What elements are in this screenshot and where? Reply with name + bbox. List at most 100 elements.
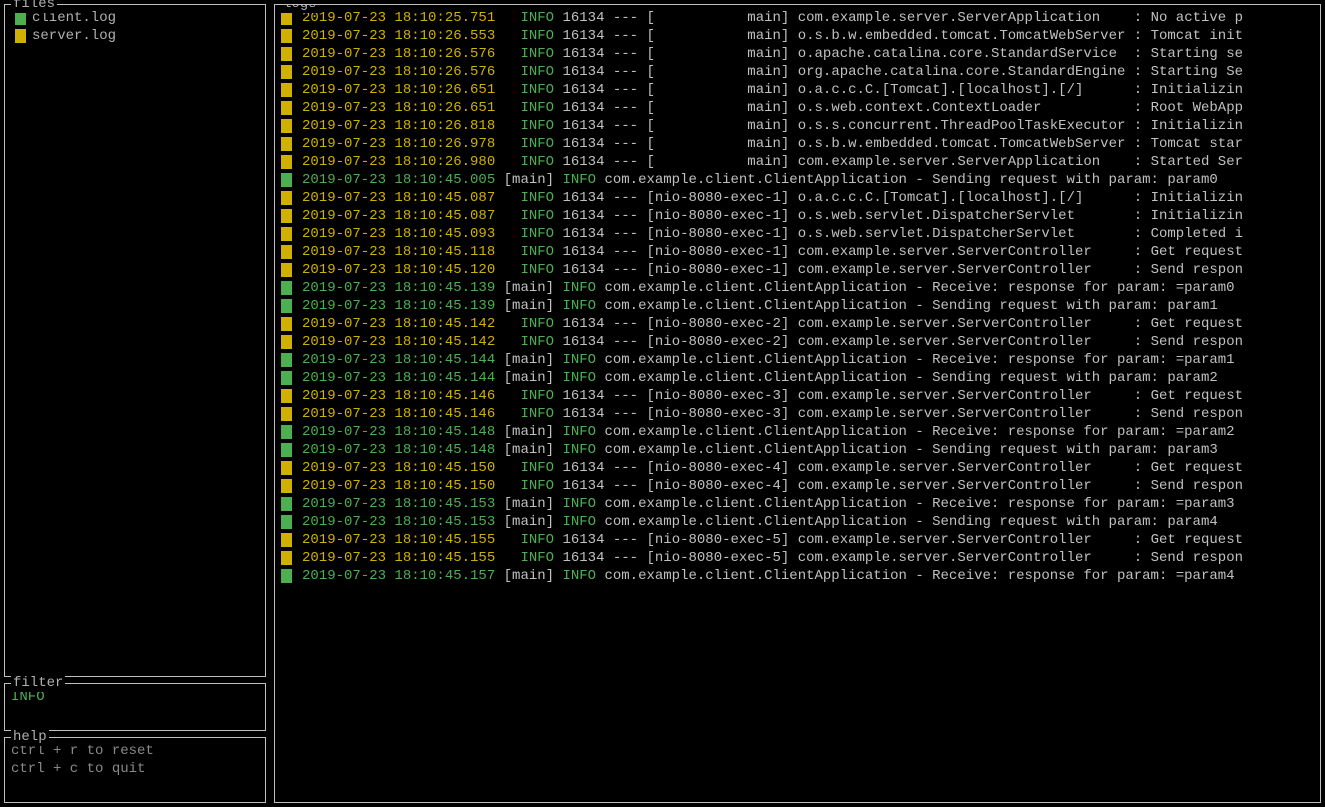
log-row[interactable]: 2019-07-23 18:10:45.142 INFO 16134 --- […	[281, 333, 1314, 351]
log-row[interactable]: 2019-07-23 18:10:26.651 INFO 16134 --- […	[281, 81, 1314, 99]
log-source-swatch	[281, 83, 292, 97]
log-timestamp: 2019-07-23 18:10:45.150	[302, 477, 495, 495]
log-row[interactable]: 2019-07-23 18:10:45.118 INFO 16134 --- […	[281, 243, 1314, 261]
log-thread: [ main]	[646, 153, 797, 171]
log-thread: [nio-8080-exec-3]	[646, 405, 797, 423]
log-source-swatch	[281, 353, 292, 367]
log-pid: 16134 ---	[554, 207, 646, 225]
log-timestamp: 2019-07-23 18:10:26.651	[302, 81, 495, 99]
log-row[interactable]: 2019-07-23 18:10:26.818 INFO 16134 --- […	[281, 117, 1314, 135]
log-row[interactable]: 2019-07-23 18:10:45.155 INFO 16134 --- […	[281, 549, 1314, 567]
log-row[interactable]: 2019-07-23 18:10:26.576 INFO 16134 --- […	[281, 45, 1314, 63]
log-row[interactable]: 2019-07-23 18:10:45.148 [main] INFO com.…	[281, 441, 1314, 459]
log-row[interactable]: 2019-07-23 18:10:45.148 [main] INFO com.…	[281, 423, 1314, 441]
log-pid: 16134 ---	[554, 477, 646, 495]
log-source-swatch	[281, 47, 292, 61]
log-thread: [nio-8080-exec-1]	[646, 261, 797, 279]
log-row[interactable]: 2019-07-23 18:10:45.139 [main] INFO com.…	[281, 297, 1314, 315]
log-row[interactable]: 2019-07-23 18:10:45.139 [main] INFO com.…	[281, 279, 1314, 297]
file-item[interactable]: server.log	[11, 27, 259, 45]
log-source-swatch	[281, 497, 292, 511]
log-source-swatch	[281, 65, 292, 79]
log-row[interactable]: 2019-07-23 18:10:45.153 [main] INFO com.…	[281, 495, 1314, 513]
log-level: INFO	[520, 333, 554, 351]
log-lines[interactable]: 2019-07-23 18:10:25.751 INFO 16134 --- […	[281, 9, 1314, 585]
log-level: INFO	[520, 243, 554, 261]
log-message: : Tomcat star	[1134, 135, 1243, 153]
log-thread: [nio-8080-exec-1]	[646, 243, 797, 261]
log-timestamp: 2019-07-23 18:10:45.155	[302, 549, 495, 567]
log-logger: o.s.b.w.embedded.tomcat.TomcatWebServer	[798, 27, 1134, 45]
log-level: INFO	[520, 549, 554, 567]
log-pid: 16134 ---	[554, 189, 646, 207]
log-source-swatch	[281, 191, 292, 205]
log-source-swatch	[281, 245, 292, 259]
log-pid: 16134 ---	[554, 531, 646, 549]
log-timestamp: 2019-07-23 18:10:26.576	[302, 63, 495, 81]
log-pid: 16134 ---	[554, 405, 646, 423]
log-row[interactable]: 2019-07-23 18:10:45.144 [main] INFO com.…	[281, 369, 1314, 387]
log-level: INFO	[520, 459, 554, 477]
log-row[interactable]: 2019-07-23 18:10:45.142 INFO 16134 --- […	[281, 315, 1314, 333]
log-source-swatch	[281, 281, 292, 295]
log-row[interactable]: 2019-07-23 18:10:26.553 INFO 16134 --- […	[281, 27, 1314, 45]
log-timestamp: 2019-07-23 18:10:45.118	[302, 243, 495, 261]
log-row[interactable]: 2019-07-23 18:10:45.150 INFO 16134 --- […	[281, 477, 1314, 495]
log-source-swatch	[281, 155, 292, 169]
log-row[interactable]: 2019-07-23 18:10:25.751 INFO 16134 --- […	[281, 9, 1314, 27]
log-message: : Get request	[1134, 459, 1243, 477]
log-logger: o.apache.catalina.core.StandardService	[798, 45, 1134, 63]
log-message: : Completed i	[1134, 225, 1243, 243]
log-source-swatch	[281, 101, 292, 115]
log-pid: 16134 ---	[554, 135, 646, 153]
log-thread: [nio-8080-exec-5]	[646, 549, 797, 567]
log-source-swatch	[281, 533, 292, 547]
log-row[interactable]: 2019-07-23 18:10:45.157 [main] INFO com.…	[281, 567, 1314, 585]
log-row[interactable]: 2019-07-23 18:10:45.087 INFO 16134 --- […	[281, 207, 1314, 225]
log-message: com.example.client.ClientApplication - S…	[596, 297, 1218, 315]
log-row[interactable]: 2019-07-23 18:10:26.980 INFO 16134 --- […	[281, 153, 1314, 171]
log-row[interactable]: 2019-07-23 18:10:45.144 [main] INFO com.…	[281, 351, 1314, 369]
log-logger: com.example.server.ServerController	[798, 459, 1134, 477]
log-logger: com.example.server.ServerController	[798, 549, 1134, 567]
log-timestamp: 2019-07-23 18:10:45.146	[302, 387, 495, 405]
log-row[interactable]: 2019-07-23 18:10:26.651 INFO 16134 --- […	[281, 99, 1314, 117]
log-row[interactable]: 2019-07-23 18:10:45.093 INFO 16134 --- […	[281, 225, 1314, 243]
log-row[interactable]: 2019-07-23 18:10:45.005 [main] INFO com.…	[281, 171, 1314, 189]
log-level: INFO	[520, 45, 554, 63]
log-row[interactable]: 2019-07-23 18:10:45.087 INFO 16134 --- […	[281, 189, 1314, 207]
log-message: : Initializin	[1134, 117, 1243, 135]
log-timestamp: 2019-07-23 18:10:26.980	[302, 153, 495, 171]
log-logger: com.example.server.ServerApplication	[798, 9, 1134, 27]
log-row[interactable]: 2019-07-23 18:10:26.978 INFO 16134 --- […	[281, 135, 1314, 153]
log-row[interactable]: 2019-07-23 18:10:45.150 INFO 16134 --- […	[281, 459, 1314, 477]
log-thread: [ main]	[646, 9, 797, 27]
help-panel-title: help	[11, 728, 49, 746]
log-source-swatch	[281, 335, 292, 349]
log-source-swatch	[281, 173, 292, 187]
log-row[interactable]: 2019-07-23 18:10:45.153 [main] INFO com.…	[281, 513, 1314, 531]
log-level: INFO	[562, 495, 596, 513]
log-message: : Tomcat init	[1134, 27, 1243, 45]
log-row[interactable]: 2019-07-23 18:10:45.146 INFO 16134 --- […	[281, 387, 1314, 405]
log-source-swatch	[281, 569, 292, 583]
log-row[interactable]: 2019-07-23 18:10:45.155 INFO 16134 --- […	[281, 531, 1314, 549]
log-row[interactable]: 2019-07-23 18:10:45.120 INFO 16134 --- […	[281, 261, 1314, 279]
log-row[interactable]: 2019-07-23 18:10:45.146 INFO 16134 --- […	[281, 405, 1314, 423]
log-timestamp: 2019-07-23 18:10:45.005	[302, 171, 504, 189]
log-timestamp: 2019-07-23 18:10:45.153	[302, 495, 504, 513]
log-level: INFO	[520, 387, 554, 405]
log-row[interactable]: 2019-07-23 18:10:26.576 INFO 16134 --- […	[281, 63, 1314, 81]
log-level: INFO	[562, 369, 596, 387]
log-logger: org.apache.catalina.core.StandardEngine	[798, 63, 1134, 81]
log-timestamp: 2019-07-23 18:10:45.087	[302, 207, 495, 225]
log-logger: o.s.b.w.embedded.tomcat.TomcatWebServer	[798, 135, 1134, 153]
log-message: com.example.client.ClientApplication - S…	[596, 513, 1218, 531]
log-logger: com.example.server.ServerApplication	[798, 153, 1134, 171]
help-text: ctrl + r to resetctrl + c to quit	[11, 742, 259, 778]
log-thread: [nio-8080-exec-4]	[646, 477, 797, 495]
log-message: com.example.client.ClientApplication - R…	[596, 351, 1235, 369]
log-source-swatch	[281, 119, 292, 133]
log-level: INFO	[562, 513, 596, 531]
log-timestamp: 2019-07-23 18:10:45.146	[302, 405, 495, 423]
